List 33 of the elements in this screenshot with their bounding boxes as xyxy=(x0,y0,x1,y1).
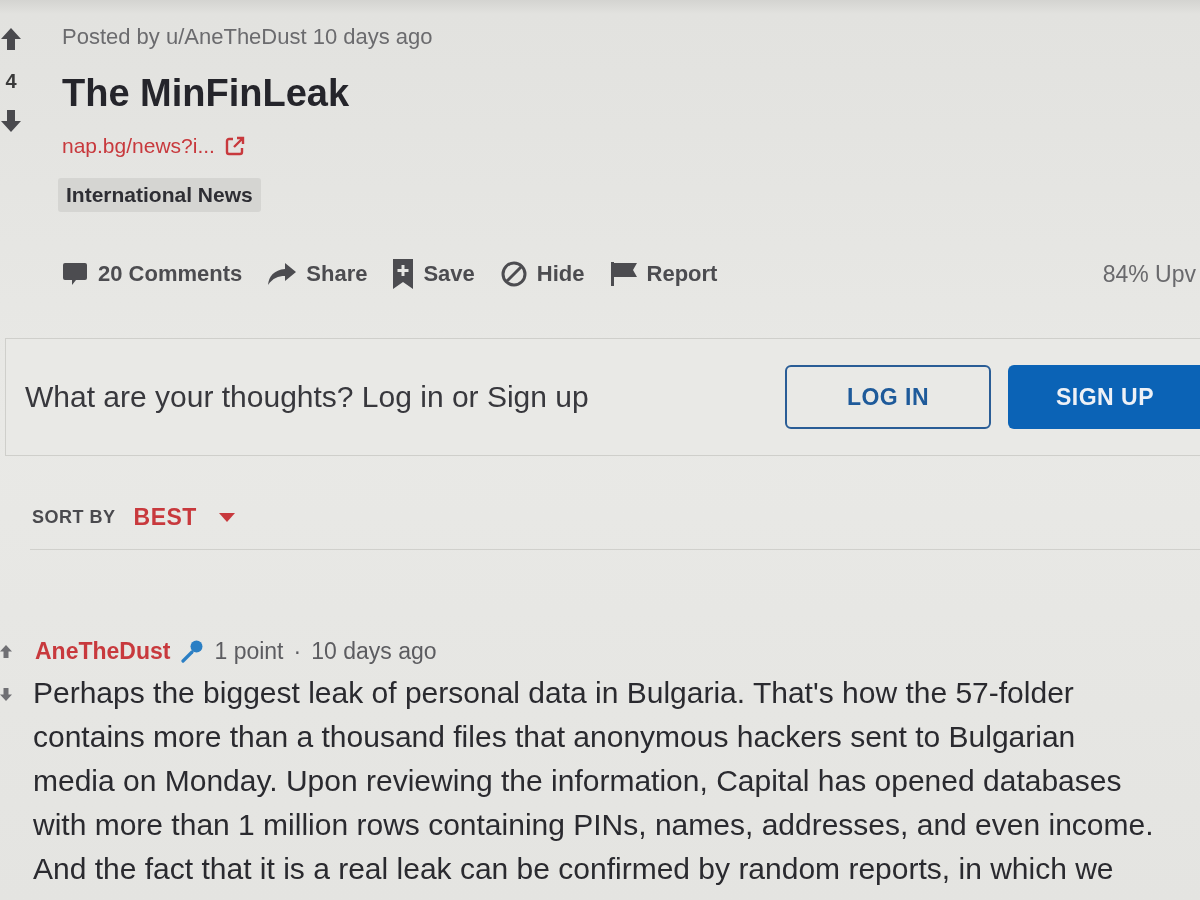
signup-button[interactable]: SIGN UP xyxy=(1008,365,1200,429)
flag-icon xyxy=(610,262,637,286)
sort-label: SORT BY xyxy=(32,506,116,528)
login-button[interactable]: LOG IN xyxy=(785,365,991,429)
upvote-ratio: 84% Upv xyxy=(1102,260,1196,288)
flair-tag: International News xyxy=(58,178,261,212)
downvote-icon[interactable] xyxy=(1,110,21,132)
external-link-icon[interactable] xyxy=(224,136,245,156)
microphone-icon xyxy=(180,639,205,663)
username-link[interactable]: AneTheDust xyxy=(35,637,171,665)
share-icon xyxy=(268,263,297,285)
comment-text: Perhaps the biggest leak of personal data in Bulgaria. That's how the 57-folder contains more than a thousand files that anonymous hackers sent to Bulgarian media on Monday. Upon reviewing the information, Capital has opened databases with more than 1 million rows containing PINs, names, addresses, and even income. And the fact that it is a real leak can be confirmed by random reports, in which we xyxy=(33,675,1155,887)
comment-icon xyxy=(62,262,88,286)
sort-dropdown[interactable]: BEST xyxy=(133,503,235,531)
downvote-icon[interactable] xyxy=(0,688,12,701)
points-text: 1 point xyxy=(214,637,284,665)
upvote-icon[interactable] xyxy=(1,28,21,50)
hide-icon xyxy=(500,261,527,287)
share-button[interactable]: Share xyxy=(268,261,368,287)
report-button[interactable]: Report xyxy=(610,261,718,287)
bookmark-plus-icon xyxy=(393,259,414,289)
separator-dot: · xyxy=(293,637,302,665)
caret-down-icon xyxy=(218,512,235,522)
comment-prompt-text: What are your thoughts? Log in or Sign up xyxy=(25,380,590,414)
vote-count: 4 xyxy=(5,70,17,92)
timestamp: 10 days ago xyxy=(311,637,437,665)
comments-button[interactable]: 20 Comments xyxy=(62,261,243,287)
post-meta: Posted by u/AneTheDust 10 days ago xyxy=(62,23,433,51)
upvote-icon[interactable] xyxy=(0,645,12,658)
hide-button[interactable]: Hide xyxy=(500,261,585,287)
post-title[interactable]: The MinFinLeak xyxy=(62,70,350,116)
save-button[interactable]: Save xyxy=(393,259,475,289)
source-link[interactable]: nap.bg/news?i... xyxy=(62,134,215,158)
